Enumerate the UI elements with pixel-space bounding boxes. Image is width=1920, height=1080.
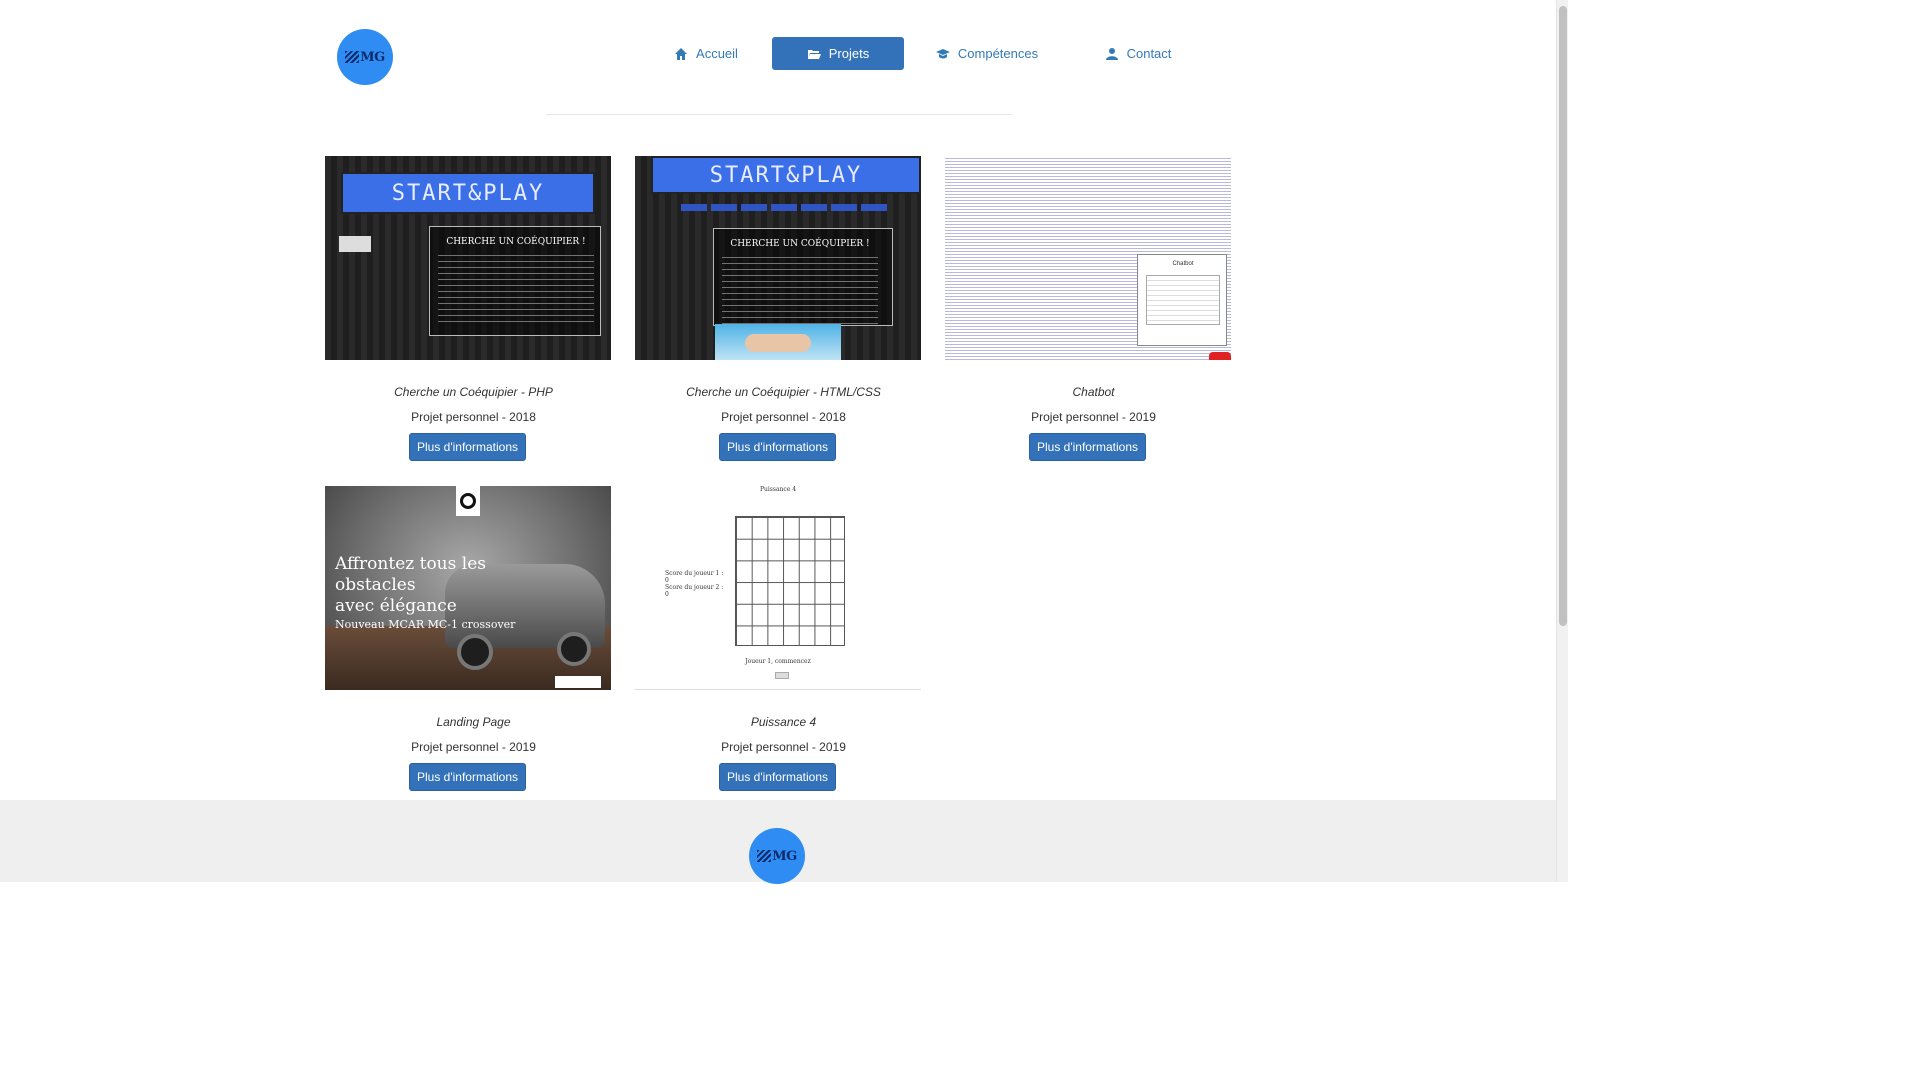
project-card-php: START&PLAY CHERCHE UN COÉQUIPIER ! Cherc… <box>325 156 622 466</box>
chatbot-popup-title: Chatbot <box>1172 261 1194 267</box>
thumb-form <box>339 236 371 252</box>
project-title: Chatbot <box>1072 385 1115 399</box>
chatbot-toggle <box>1209 352 1231 360</box>
nav-projets-label: Projets <box>828 46 870 61</box>
p4-board <box>735 516 845 646</box>
project-subtitle: Projet personnel - 2018 <box>411 410 536 424</box>
p4-score-1: Score du joueur 1 : 0 <box>665 570 724 584</box>
thumb-panel: CHERCHE UN COÉQUIPIER ! <box>429 226 601 336</box>
car-wheel <box>557 632 591 666</box>
nav-contact-label: Contact <box>1126 46 1172 61</box>
nav-accueil-label: Accueil <box>696 46 738 61</box>
headline-line3: Nouveau MCAR MC-1 crossover <box>335 618 516 631</box>
projects-page: MG Accueil Projets Compétences Contact S… <box>0 0 1568 884</box>
thumb-panel: CHERCHE UN COÉQUIPIER ! <box>713 228 893 327</box>
more-info-button[interactable]: Plus d'informations <box>409 763 526 791</box>
headline-line1: Affrontez tous les obstacles <box>335 554 486 595</box>
project-subtitle: Projet personnel - 2019 <box>721 740 846 754</box>
project-card-puissance-4: Puissance 4 Score du joueur 1 : 0 Score … <box>635 486 932 796</box>
scrollbar[interactable] <box>1556 0 1568 882</box>
header-divider <box>546 114 1012 115</box>
p4-title: Puissance 4 <box>759 486 797 493</box>
nav-accueil[interactable]: Accueil <box>656 37 756 70</box>
footer-logo[interactable]: MG <box>749 828 805 884</box>
folder-open-icon <box>807 49 821 59</box>
logo-stripes-icon <box>757 850 772 862</box>
project-thumbnail[interactable]: START&PLAY CHERCHE UN COÉQUIPIER ! <box>635 156 921 360</box>
brand-logo-icon <box>456 486 480 516</box>
footer-logo-text: MG <box>772 848 797 864</box>
project-subtitle: Projet personnel - 2018 <box>721 410 846 424</box>
user-icon <box>1105 47 1118 60</box>
car-wheel <box>457 634 493 670</box>
nav-projets[interactable]: Projets <box>772 37 904 70</box>
project-title: Puissance 4 <box>750 715 817 729</box>
thumb-heading: CHERCHE UN COÉQUIPIER ! <box>730 239 870 249</box>
nav-contact[interactable]: Contact <box>1090 37 1186 70</box>
thumb-headline: Affrontez tous les obstacles avec élégan… <box>335 554 535 633</box>
thumb-text-lines <box>438 255 594 325</box>
home-icon <box>675 47 688 60</box>
thumb-heading: CHERCHE UN COÉQUIPIER ! <box>446 237 586 247</box>
project-title: Landing Page <box>436 715 511 729</box>
nav-competences-label: Compétences <box>957 46 1039 61</box>
thumb-menu <box>681 204 889 211</box>
more-info-button[interactable]: Plus d'informations <box>719 763 836 791</box>
chatbot-popup: Chatbot <box>1137 254 1227 346</box>
project-thumbnail[interactable]: START&PLAY CHERCHE UN COÉQUIPIER ! <box>325 156 611 360</box>
headline-line2: avec élégance <box>335 596 457 616</box>
p4-score-2: Score du joueur 2 : 0 <box>665 584 724 598</box>
project-title: Cherche un Coéquipier - HTML/CSS <box>686 385 881 399</box>
project-subtitle: Projet personnel - 2019 <box>411 740 536 754</box>
thumb-banner: START&PLAY <box>341 172 595 214</box>
chatbot-popup-box <box>1146 275 1220 325</box>
project-card-landing-page: Affrontez tous les obstacles avec élégan… <box>325 486 622 796</box>
project-thumbnail[interactable]: Affrontez tous les obstacles avec élégan… <box>325 486 611 690</box>
p4-turn: Joueur 1, commencez <box>745 658 811 665</box>
project-thumbnail[interactable]: Chatbot <box>945 156 1231 360</box>
thumb-tag <box>555 676 601 688</box>
handshake-image <box>715 324 841 360</box>
nav-competences[interactable]: Compétences <box>924 37 1050 70</box>
project-card-chatbot: Chatbot Chatbot Projet personnel - 2019 … <box>945 156 1242 466</box>
thumb-text-lines <box>722 257 878 327</box>
project-title: Cherche un Coéquipier - PHP <box>394 385 553 399</box>
p4-reset-button <box>775 672 789 679</box>
graduation-cap-icon <box>935 48 950 58</box>
scrollbar-thumb[interactable] <box>1559 6 1567 626</box>
more-info-button[interactable]: Plus d'informations <box>409 433 526 461</box>
thumb-banner: START&PLAY <box>651 156 921 194</box>
main-nav: Accueil Projets Compétences Contact <box>0 37 1556 70</box>
more-info-button[interactable]: Plus d'informations <box>1029 433 1146 461</box>
project-subtitle: Projet personnel - 2019 <box>1031 410 1156 424</box>
project-thumbnail[interactable]: Puissance 4 Score du joueur 1 : 0 Score … <box>635 486 921 690</box>
more-info-button[interactable]: Plus d'informations <box>719 433 836 461</box>
project-card-html-css: START&PLAY CHERCHE UN COÉQUIPIER ! Cherc… <box>635 156 932 466</box>
